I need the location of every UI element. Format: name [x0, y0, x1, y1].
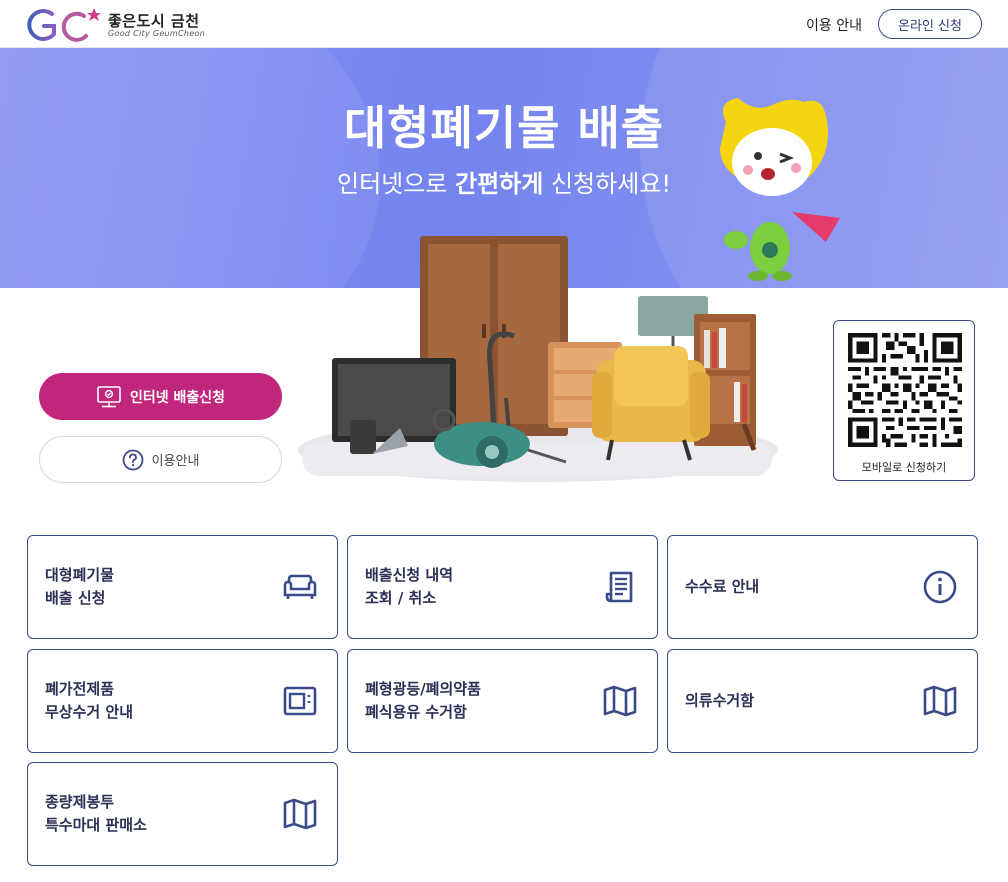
card-title-line1: 대형폐기물: [45, 566, 115, 584]
internet-apply-label: 인터넷 배출신청: [129, 389, 226, 406]
logo-title: 좋은도시 금천: [108, 12, 200, 30]
info-icon: [923, 570, 957, 604]
card-title-line2: 무상수거 안내: [45, 703, 134, 721]
gc-logo-icon: [27, 8, 101, 42]
mobile-qr-box[interactable]: 모바일로 신청하기: [833, 320, 975, 481]
sofa-icon: [283, 574, 317, 599]
card-title-line2: 특수마대 판매소: [45, 816, 147, 834]
nav-usage-guide-link[interactable]: 이용 안내: [806, 15, 862, 35]
hero-title: 대형폐기물 배출: [343, 101, 665, 155]
card-title-line1: 폐형광등/폐의약품: [365, 680, 481, 698]
nav-online-apply-button[interactable]: 온라인 신청: [878, 9, 982, 39]
card-lamp-medicine-bin[interactable]: 폐형광등/폐의약품 폐식용유 수거함: [347, 649, 658, 753]
furniture-illustration: [298, 236, 778, 482]
map-icon: [923, 685, 957, 717]
card-title: 의류수거함: [685, 690, 754, 713]
hero-subtitle-bold: 간편하게: [455, 170, 544, 198]
usage-guide-label: 이용안내: [151, 454, 200, 469]
receipt-icon: [605, 571, 633, 603]
appliance-icon: [283, 686, 317, 716]
card-title-line1: 종량제봉투: [45, 793, 115, 811]
internet-apply-button[interactable]: 인터넷 배출신청: [39, 373, 282, 420]
qr-code-icon: [844, 329, 966, 451]
map-icon: [603, 685, 637, 717]
logo-subtitle: Good City GeumCheon: [108, 29, 206, 38]
card-clothing-bin[interactable]: 의류수거함: [667, 649, 978, 753]
question-icon: [122, 449, 143, 470]
card-title: 대형폐기물 배출 신청: [45, 564, 114, 610]
card-appliance-pickup[interactable]: 폐가전제품 무상수거 안내: [27, 649, 338, 753]
card-apply-history[interactable]: 배출신청 내역 조회 / 취소: [347, 535, 658, 639]
card-title-line1: 폐가전제품: [45, 680, 115, 698]
map-icon: [283, 798, 317, 830]
card-title: 배출신청 내역 조회 / 취소: [365, 564, 453, 610]
hero-subtitle-post: 신청하세요!: [543, 170, 671, 198]
card-title: 수수료 안내: [685, 576, 759, 599]
qr-label: 모바일로 신청하기: [861, 461, 947, 474]
card-title-line2: 폐식용유 수거함: [365, 703, 467, 721]
card-title: 폐형광등/폐의약품 폐식용유 수거함: [365, 678, 481, 724]
computer-icon: [97, 385, 121, 407]
card-bag-shop[interactable]: 종량제봉투 특수마대 판매소: [27, 762, 338, 866]
site-logo[interactable]: 좋은도시 금천 Good City GeumCheon: [22, 6, 222, 44]
card-title-line1: 수수료 안내: [685, 577, 760, 596]
card-title-line2: 조회 / 취소: [365, 589, 437, 607]
card-title: 종량제봉투 특수마대 판매소: [45, 791, 147, 837]
hero-subtitle-pre: 인터넷으로: [336, 170, 456, 198]
card-fee-guide[interactable]: 수수료 안내: [667, 535, 978, 639]
hero-subtitle: 인터넷으로 간편하게 신청하세요!: [0, 164, 1008, 199]
usage-guide-button[interactable]: 이용안내: [39, 436, 282, 483]
card-title-line1: 의류수거함: [685, 691, 755, 710]
card-title-line2: 배출 신청: [45, 589, 106, 607]
site-header: 좋은도시 금천 Good City GeumCheon 이용 안내 온라인 신청: [0, 0, 1008, 48]
card-bulky-waste-apply[interactable]: 대형폐기물 배출 신청: [27, 535, 338, 639]
card-title-line1: 배출신청 내역: [365, 566, 454, 584]
card-title: 폐가전제품 무상수거 안내: [45, 678, 133, 724]
